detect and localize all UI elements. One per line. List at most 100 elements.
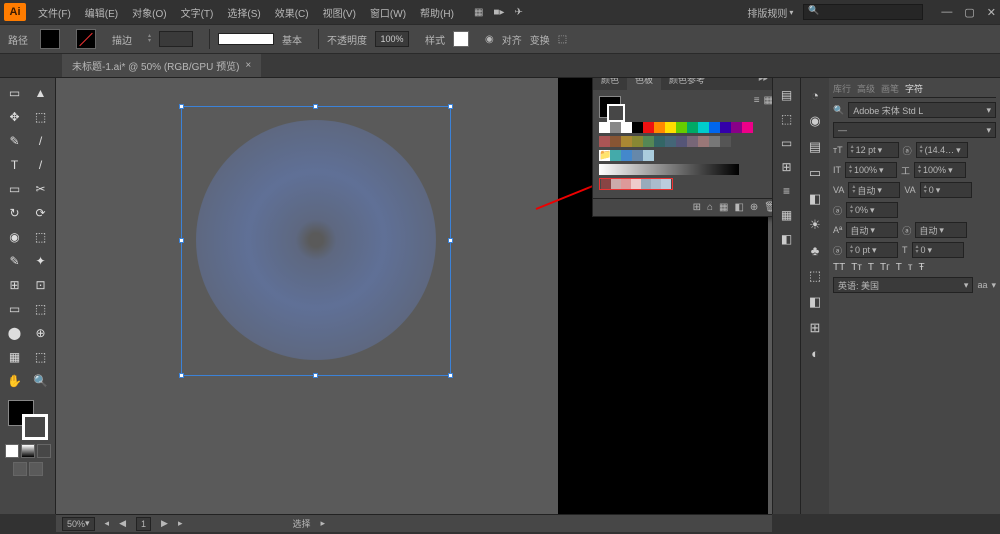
swatch[interactable] — [621, 150, 632, 161]
swatch[interactable] — [621, 179, 631, 189]
selection-tool[interactable]: ▭ — [3, 82, 27, 104]
stroke-width-field[interactable] — [159, 31, 193, 47]
artboard-number[interactable]: 1 — [136, 517, 151, 531]
swatch[interactable] — [632, 150, 643, 161]
swatch[interactable] — [643, 150, 654, 161]
dock-icon[interactable]: ◔ — [811, 88, 819, 103]
menu-edit[interactable]: 编辑(E) — [79, 2, 124, 23]
swatch[interactable] — [643, 136, 654, 147]
tab-color-guide[interactable]: 颜色参考 — [661, 78, 713, 90]
swatch[interactable] — [641, 179, 651, 189]
zoom-field[interactable]: 50% ▾ — [62, 517, 95, 531]
isolate-icon[interactable]: ⬚ — [558, 34, 567, 45]
tab-character[interactable]: 字符 — [905, 82, 923, 95]
document-tab-close[interactable]: × — [245, 60, 251, 71]
swatch[interactable] — [687, 122, 698, 133]
maximize-button[interactable]: ▢ — [964, 6, 974, 19]
dock-extra-icon[interactable]: ⬚ — [781, 112, 792, 126]
swatch[interactable] — [698, 122, 709, 133]
fill-stroke-control[interactable] — [8, 400, 48, 440]
handle-tm[interactable] — [313, 104, 318, 109]
swatch[interactable] — [698, 136, 709, 147]
screen-mode-normal[interactable] — [13, 462, 27, 476]
type-tool[interactable]: T — [3, 154, 27, 176]
fill-swatch[interactable] — [40, 29, 60, 49]
paintbrush-tool[interactable]: ✂ — [29, 178, 53, 200]
blend-tool[interactable]: ⬚ — [29, 298, 53, 320]
menu-file[interactable]: 文件(F) — [32, 2, 77, 23]
swatch[interactable] — [621, 136, 632, 147]
scale-tool[interactable]: ⟳ — [29, 202, 53, 224]
menu-type[interactable]: 文字(T) — [175, 2, 220, 23]
handle-mr[interactable] — [448, 238, 453, 243]
kerning-field[interactable]: ▴▾自动▾ — [848, 182, 900, 198]
menu-view[interactable]: 视图(V) — [317, 2, 362, 23]
eyedropper-tool[interactable]: ▭ — [3, 298, 27, 320]
close-button[interactable]: ✕ — [987, 6, 996, 19]
new-swatch-icon[interactable]: ⊕ — [750, 202, 758, 213]
swatch[interactable] — [676, 122, 687, 133]
extra3-field[interactable]: ▴▾0▾ — [912, 242, 964, 258]
swatch-group-icon[interactable]: 📁 — [599, 150, 610, 161]
current-swatch[interactable] — [599, 96, 621, 118]
swatch[interactable] — [610, 122, 621, 133]
swatch[interactable] — [665, 136, 676, 147]
stroke-profile-preview[interactable] — [218, 33, 274, 45]
dock-extra-icon[interactable]: ▤ — [781, 88, 792, 102]
swatch[interactable] — [621, 122, 632, 133]
tab-color[interactable]: 颜色 — [593, 78, 627, 90]
minimize-button[interactable]: — — [941, 6, 952, 19]
swatch[interactable] — [632, 136, 643, 147]
swatch[interactable] — [610, 136, 621, 147]
swatch[interactable] — [661, 179, 671, 189]
extra2-field[interactable]: ▴▾0 pt▾ — [846, 242, 898, 258]
graph-tool[interactable]: ⊕ — [29, 322, 53, 344]
color-mode-solid[interactable] — [5, 444, 19, 458]
swatch[interactable] — [654, 136, 665, 147]
width-tool[interactable]: ◉ — [3, 226, 27, 248]
screen-mode-full[interactable] — [29, 462, 43, 476]
tt-super[interactable]: T — [868, 262, 874, 273]
swatch-library-icon[interactable]: ⊞ — [693, 202, 701, 213]
curvature-tool[interactable]: / — [29, 130, 53, 152]
dock-icon[interactable]: ⊞ — [810, 320, 821, 336]
swatch[interactable] — [731, 122, 742, 133]
swatch[interactable] — [651, 179, 661, 189]
swatch[interactable] — [611, 179, 621, 189]
stroke-swatch[interactable] — [76, 29, 96, 49]
handle-tr[interactable] — [448, 104, 453, 109]
free-transform-tool[interactable]: ⬚ — [29, 226, 53, 248]
font-style-field[interactable]: —▾ — [833, 122, 996, 138]
rotate-field[interactable]: 自动▾ — [915, 222, 967, 238]
hscale-field[interactable]: ▴▾100%▾ — [914, 162, 966, 178]
baseline-field[interactable]: ▴▾0%▾ — [846, 202, 898, 218]
status-menu[interactable]: ▸ — [320, 518, 325, 529]
profile-label[interactable]: 基本 — [282, 32, 302, 47]
new-group-icon[interactable]: ◧ — [734, 202, 743, 213]
menu-select[interactable]: 选择(S) — [221, 2, 266, 23]
arrange-icon[interactable]: ✈ — [514, 7, 522, 18]
tt-smallcaps[interactable]: Tт — [851, 262, 862, 273]
swatch[interactable] — [599, 136, 610, 147]
magic-wand-tool[interactable]: ✥ — [3, 106, 27, 128]
font-size-field[interactable]: ▴▾12 pt▾ — [847, 142, 899, 158]
dock-icon[interactable]: ▤ — [809, 139, 821, 155]
swatch[interactable] — [676, 136, 687, 147]
tracking-field[interactable]: ▴▾0▾ — [920, 182, 972, 198]
dock-icon[interactable]: ♣ — [811, 243, 820, 258]
dock-icon[interactable]: ◉ — [809, 113, 820, 129]
bridge-icon[interactable]: ▦ — [474, 7, 483, 18]
dock-extra-icon[interactable]: ⊞ — [781, 160, 791, 174]
handle-bl[interactable] — [179, 373, 184, 378]
lasso-tool[interactable]: ⬚ — [29, 106, 53, 128]
transform-label[interactable]: 变换 — [530, 32, 550, 47]
antialias-menu[interactable]: ▾ — [991, 280, 996, 291]
menu-object[interactable]: 对象(O) — [126, 2, 172, 23]
color-mode-gradient[interactable] — [21, 444, 35, 458]
handle-br[interactable] — [448, 373, 453, 378]
search-input[interactable]: 🔍 — [803, 4, 923, 20]
doc-setup-icon[interactable]: ◉ — [485, 34, 494, 45]
opacity-field[interactable] — [375, 31, 409, 47]
swatch[interactable] — [742, 122, 753, 133]
dock-icon[interactable]: ◧ — [809, 294, 821, 310]
